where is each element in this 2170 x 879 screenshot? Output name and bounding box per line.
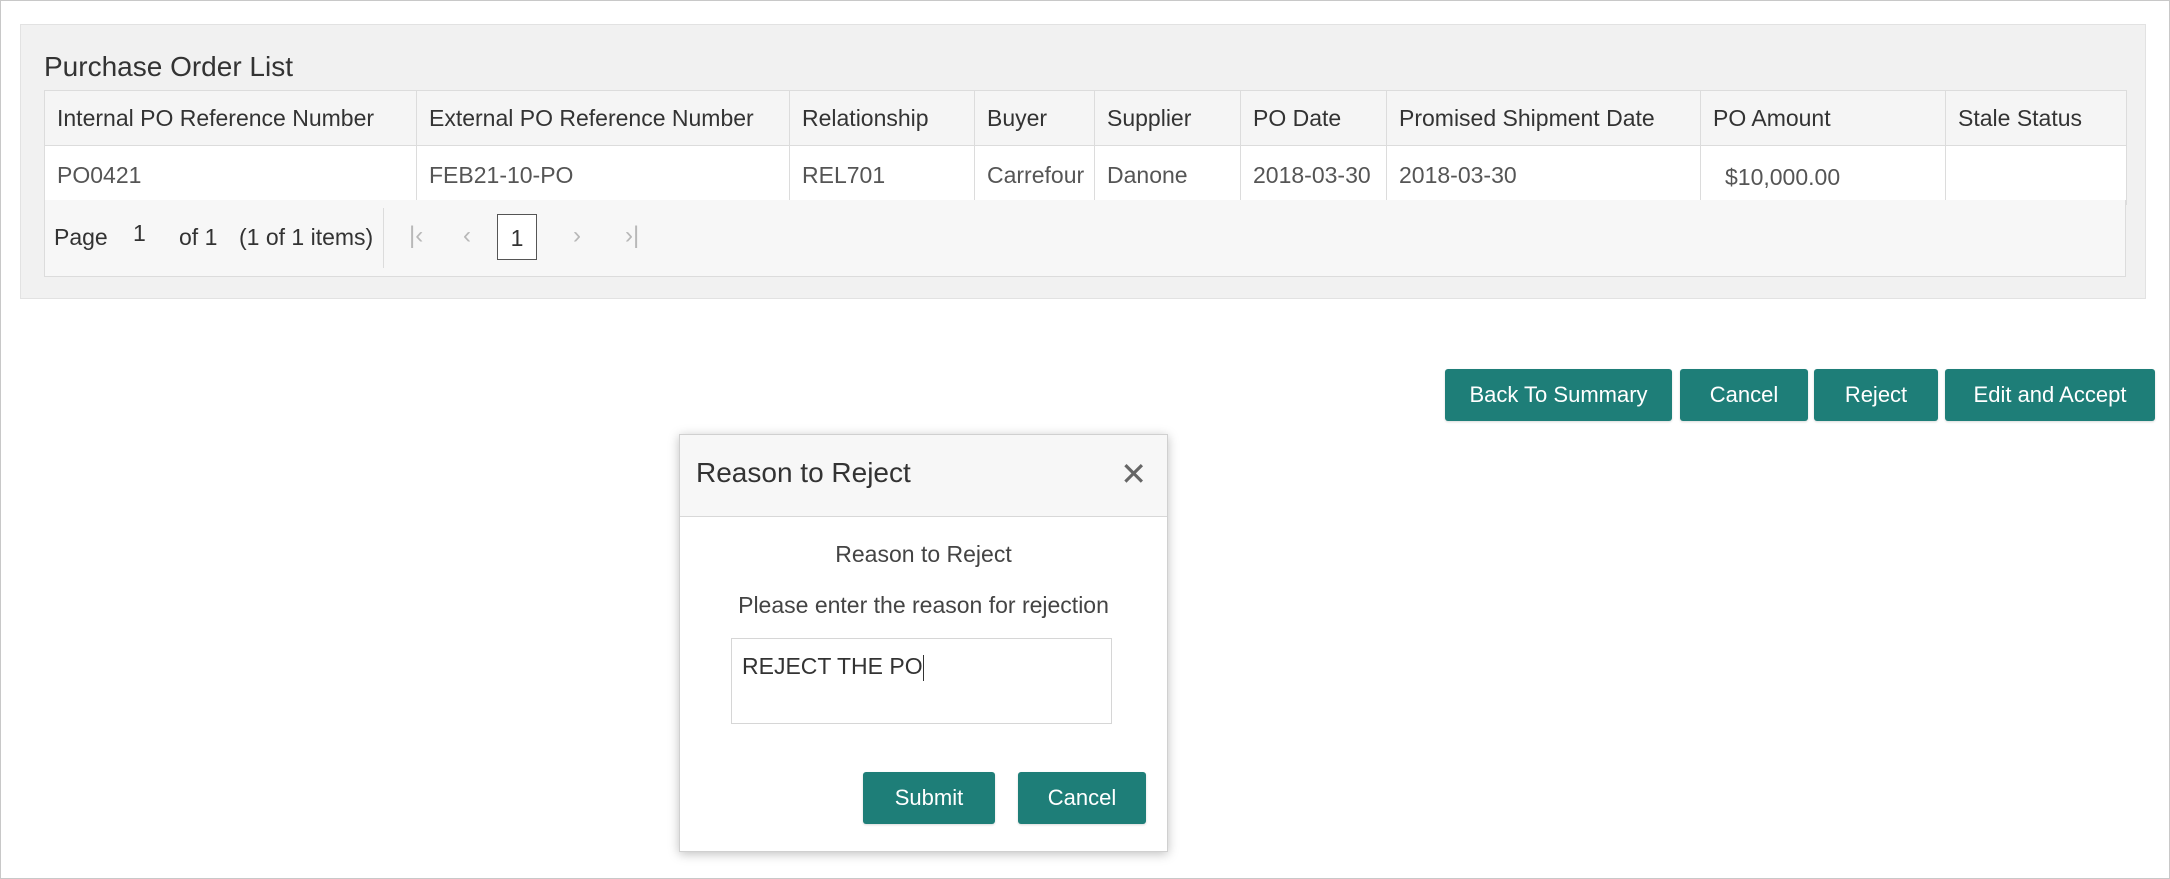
items-count-label: (1 of 1 items): [239, 224, 374, 250]
current-page-button[interactable]: 1: [497, 214, 537, 260]
table-row[interactable]: PO0421 FEB21-10-PO REL701 Carrefour Dano…: [44, 145, 2127, 205]
table-cell: 2018-03-30: [1240, 145, 1387, 205]
purchase-order-table: Internal PO Reference Number External PO…: [44, 90, 2127, 205]
prev-page-icon[interactable]: ‹: [463, 222, 471, 250]
last-page-icon[interactable]: ›|: [625, 222, 639, 250]
column-header[interactable]: Relationship: [789, 90, 975, 146]
table-cell: $10,000.00: [1700, 145, 1946, 205]
edit-and-accept-button[interactable]: Edit and Accept: [1945, 369, 2155, 421]
table-cell: PO0421: [44, 145, 417, 205]
page-label: Page: [54, 224, 108, 250]
page-total-label: of 1: [179, 224, 218, 250]
dialog-cancel-button[interactable]: Cancel: [1018, 772, 1146, 824]
panel-title: Purchase Order List: [44, 51, 293, 82]
reject-reason-dialog: Reason to Reject ✕ Reason to Reject Plea…: [679, 434, 1168, 852]
purchase-order-panel: Purchase Order List Internal PO Referenc…: [20, 24, 2146, 299]
table-cell: FEB21-10-PO: [416, 145, 790, 205]
column-header[interactable]: PO Amount: [1700, 90, 1946, 146]
reason-text: REJECT THE PO: [742, 653, 923, 679]
reason-prompt: Please enter the reason for rejection: [738, 592, 1109, 618]
column-header[interactable]: Promised Shipment Date: [1386, 90, 1701, 146]
table-cell: [1945, 145, 2127, 205]
table-cell: Carrefour: [974, 145, 1095, 205]
column-header[interactable]: Stale Status: [1945, 90, 2127, 146]
submit-button[interactable]: Submit: [863, 772, 995, 824]
reject-button[interactable]: Reject: [1814, 369, 1938, 421]
table-cell: REL701: [789, 145, 975, 205]
table-cell: 2018-03-30: [1386, 145, 1701, 205]
dialog-title: Reason to Reject: [696, 457, 911, 488]
back-to-summary-button[interactable]: Back To Summary: [1445, 369, 1672, 421]
column-header[interactable]: External PO Reference Number: [416, 90, 790, 146]
page-number-input[interactable]: 1: [133, 220, 146, 247]
first-page-icon[interactable]: |‹: [409, 222, 423, 250]
table-cell: Danone: [1094, 145, 1241, 205]
column-header[interactable]: Internal PO Reference Number: [44, 90, 417, 146]
pager-divider: [383, 208, 384, 268]
text-cursor: [922, 654, 924, 681]
column-header[interactable]: Buyer: [974, 90, 1095, 146]
reason-textarea[interactable]: REJECT THE PO: [731, 638, 1112, 724]
table-header-row: Internal PO Reference Number External PO…: [44, 90, 2127, 146]
cancel-button[interactable]: Cancel: [1680, 369, 1808, 421]
close-icon[interactable]: ✕: [1120, 455, 1147, 493]
column-header[interactable]: Supplier: [1094, 90, 1241, 146]
column-header[interactable]: PO Date: [1240, 90, 1387, 146]
next-page-icon[interactable]: ›: [573, 222, 581, 250]
dialog-header: Reason to Reject ✕: [680, 435, 1167, 517]
pagination-bar: Page 1 of 1 (1 of 1 items) |‹ ‹ 1 › ›|: [44, 200, 2126, 277]
reason-label: Reason to Reject: [835, 541, 1012, 567]
